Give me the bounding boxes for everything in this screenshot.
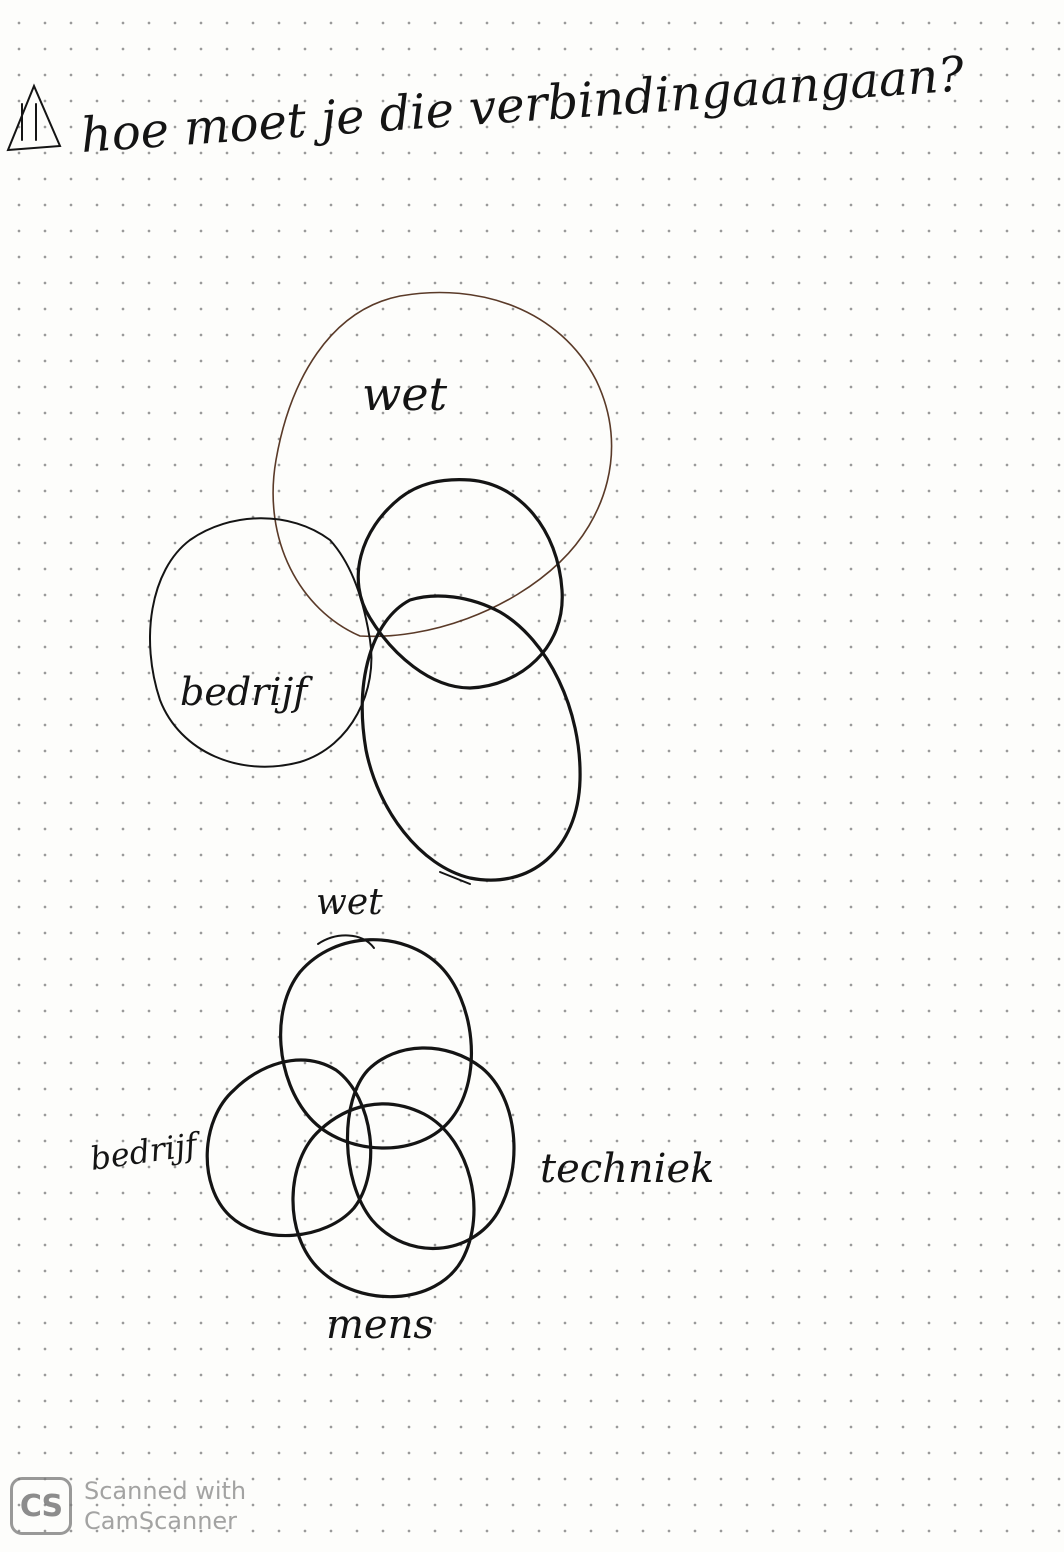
label-bedrijf-bottom: bedrijf: [88, 1125, 205, 1178]
label-wet-top: wet: [362, 367, 448, 421]
camscanner-watermark: CS Scanned with CamScanner: [10, 1476, 246, 1536]
label-wet-bottom: wet: [316, 882, 383, 923]
camscanner-line-1: Scanned with: [84, 1477, 247, 1505]
label-techniek-bottom: techniek: [540, 1146, 714, 1192]
loop-middle-top: [356, 478, 564, 690]
circle-bedrijf-top: [149, 517, 373, 768]
header-question: hoe moet je die verbindingaangaan?: [79, 46, 966, 164]
index-triangle-mark: [6, 83, 62, 152]
camscanner-caption: Scanned with CamScanner: [84, 1476, 246, 1536]
loop-lower-top: [360, 594, 582, 882]
circle-mens-bottom: [291, 1102, 476, 1299]
diagram-top: wet bedrijf: [149, 291, 613, 885]
label-mens-bottom: mens: [326, 1302, 434, 1348]
hand-drawn-diagram-canvas: hoe moet je die verbindingaangaan? wet b…: [6, 46, 966, 1348]
header: hoe moet je die verbindingaangaan?: [6, 46, 966, 164]
label-bedrijf-top: bedrijf: [180, 670, 313, 714]
camscanner-logo: CS: [10, 1477, 72, 1535]
diagram-bottom: wet bedrijf techniek mens: [88, 882, 715, 1348]
circle-wet-bottom: [279, 938, 474, 1150]
camscanner-line-2: CamScanner: [84, 1507, 238, 1535]
